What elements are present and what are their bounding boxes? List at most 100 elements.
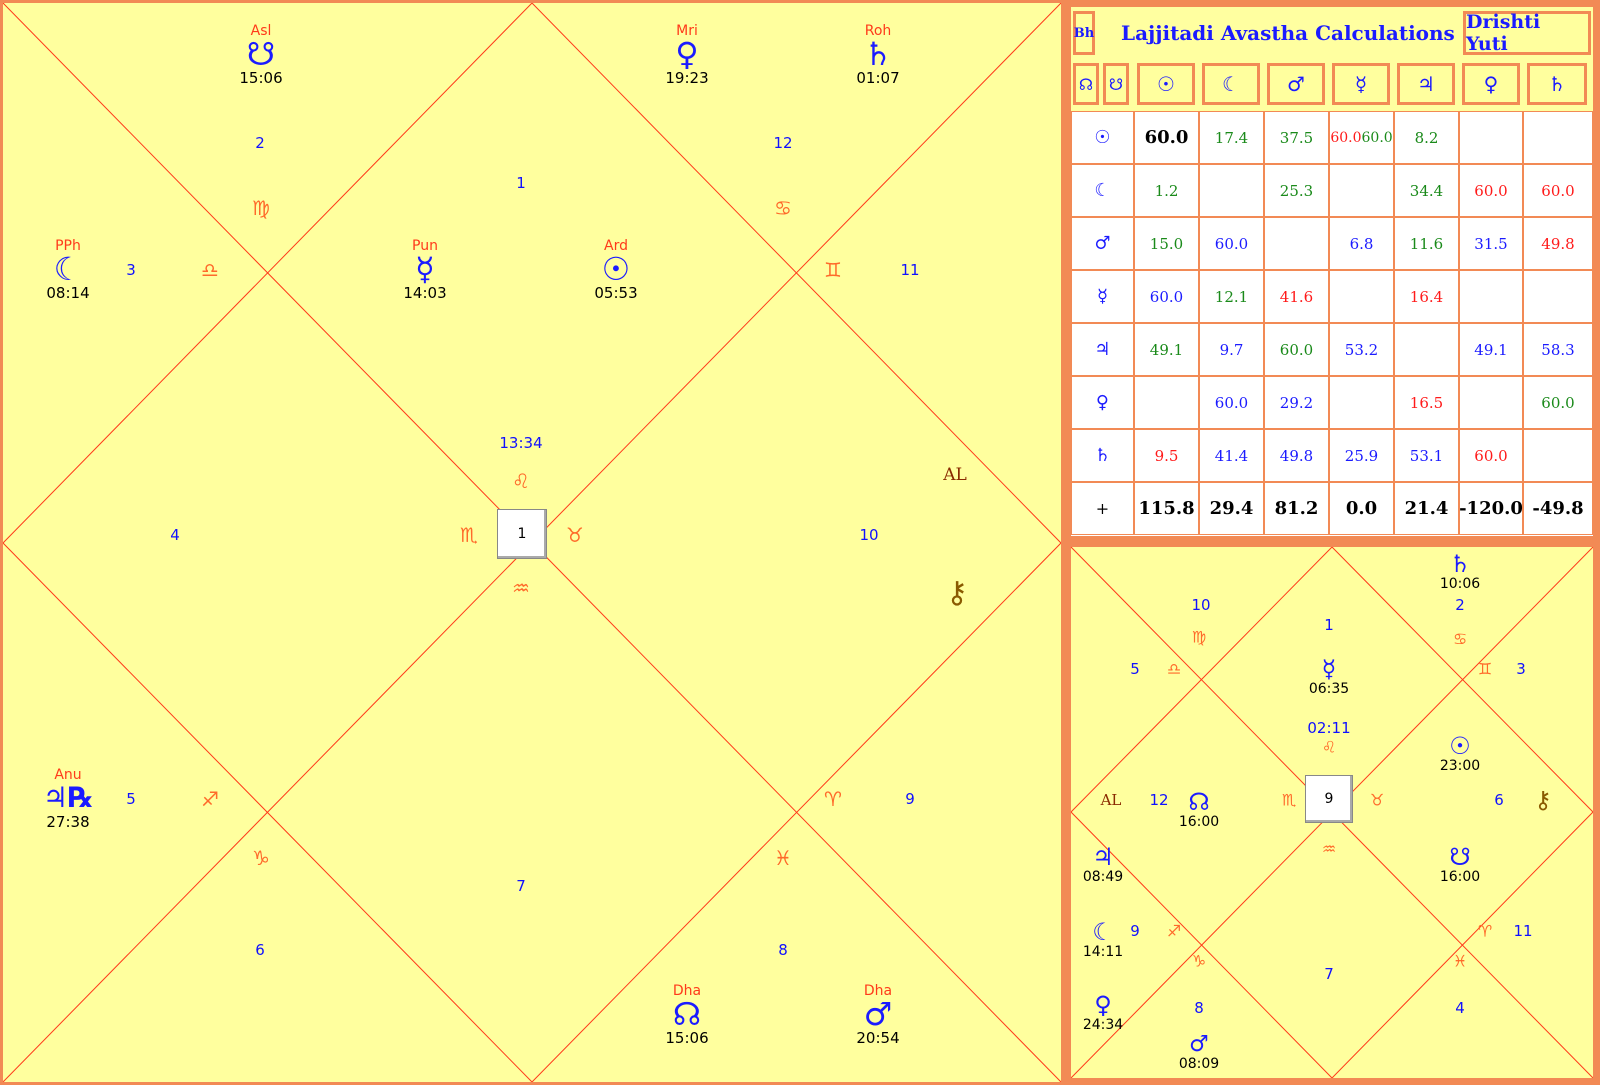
mars-icon: ♂ (1189, 1032, 1209, 1057)
avastha-cell: 49.1 (1459, 323, 1523, 376)
planet-saturn[interactable]: ♄ 10:06 (1440, 552, 1480, 592)
lagna-sign-left: ♏ (460, 523, 478, 547)
sign-icon: ♐ (1166, 921, 1182, 941)
planet-mercury[interactable]: Pun ☿ 14:03 (403, 238, 446, 302)
header-planet-icon[interactable]: ☊ (1073, 63, 1099, 105)
avastha-cell: 60.0 (1523, 376, 1593, 429)
house-number: 12 (1149, 791, 1169, 809)
planet-venus[interactable]: ♀ 24:34 (1083, 993, 1123, 1033)
mars-icon: ♂ (863, 995, 893, 1033)
chiron-icon[interactable]: ⚷ (946, 576, 968, 611)
ascendant-box[interactable]: 1 (497, 509, 547, 559)
rahu-icon: ☊ (672, 995, 702, 1033)
arudha-lagna-label[interactable]: AL (1101, 791, 1122, 809)
planet-moon[interactable]: PPh ☾ 08:14 (46, 238, 89, 302)
avastha-cell: 41.6 (1264, 270, 1329, 323)
sign-icon: ♈ (1477, 921, 1493, 941)
avastha-cell (1459, 376, 1523, 429)
sign-icon: ♌ (1321, 737, 1337, 757)
planet-mars[interactable]: Dha ♂ 20:54 (856, 983, 899, 1047)
lagna-sign-bottom: ♒ (512, 576, 530, 600)
planet-rahu[interactable]: ☊ 16:00 (1179, 790, 1219, 830)
planet-degree: 19:23 (665, 69, 709, 87)
planet-degree: 14:03 (403, 284, 447, 302)
house-number: 1 (516, 174, 526, 192)
house-number: 7 (1324, 965, 1334, 983)
row-planet-icon: ☉ (1071, 111, 1134, 164)
planet-degree: 06:35 (1308, 681, 1350, 697)
navamsa-chart[interactable]: 10 1 2 5 3 12 6 9 11 8 7 4 ♍ ♋ ♎ ♊ ♏ ♌ ♉… (1068, 544, 1596, 1081)
house-number: 8 (778, 941, 788, 959)
house-number: 5 (126, 790, 136, 808)
planet-degree: 08:14 (46, 284, 90, 302)
avastha-cell: 53.1 (1394, 429, 1459, 482)
avastha-cell: 16.4 (1394, 270, 1459, 323)
planet-moon[interactable]: ☾ 14:11 (1083, 920, 1123, 960)
planet-sun[interactable]: Ard ☉ 05:53 (594, 238, 637, 302)
planet-mars[interactable]: ♂ 08:09 (1179, 1032, 1219, 1073)
sign-icon: ♓ (774, 846, 792, 870)
avastha-cell: 60.0 (1199, 376, 1264, 429)
header-planet-icon[interactable]: ♃ (1397, 63, 1455, 105)
main-chart[interactable]: 1 2 3 4 5 6 7 8 9 10 11 12 ♍ ♎ ♐ ♑ ♓ ♈ ♊… (0, 0, 1064, 1085)
avastha-cell: 41.4 (1199, 429, 1264, 482)
total-cell: 21.4 (1394, 482, 1459, 535)
avastha-cell: 25.9 (1329, 429, 1394, 482)
house-number: 10 (859, 526, 879, 544)
avastha-cell (1459, 270, 1523, 323)
house-number: 8 (1194, 999, 1204, 1017)
header-planet-icon[interactable]: ☋ (1103, 63, 1129, 105)
drishti-yuti-button[interactable]: Drishti Yuti (1463, 11, 1591, 55)
house-number: 9 (905, 790, 915, 808)
planet-jupiter[interactable]: Anu ♃℞ 27:38 (43, 767, 93, 831)
saturn-icon: ♄ (1449, 550, 1471, 578)
avastha-cell: 12.1 (1199, 270, 1264, 323)
chiron-icon[interactable]: ⚷ (1534, 786, 1552, 814)
row-planet-icon: ☿ (1071, 270, 1134, 323)
header-planet-icon[interactable]: ☉ (1137, 63, 1195, 105)
house-number: 4 (1455, 999, 1465, 1017)
planet-jupiter[interactable]: ♃ 08:49 (1083, 845, 1123, 885)
moon-icon: ☾ (1092, 918, 1114, 946)
avastha-cell: 29.2 (1264, 376, 1329, 429)
arudha-lagna-label[interactable]: AL (943, 465, 967, 485)
sign-icon: ♑ (1191, 951, 1207, 971)
planet-ketu[interactable]: ☋ 16:00 (1440, 845, 1480, 885)
house-number: 5 (1130, 660, 1140, 678)
sign-icon: ♍ (1191, 627, 1207, 647)
header-planet-icon[interactable]: ♀ (1462, 63, 1520, 105)
bh-button[interactable]: Bh (1073, 11, 1095, 55)
avastha-cell (1134, 376, 1199, 429)
avastha-cell: 15.0 (1134, 217, 1199, 270)
mercury-icon: ☿ (415, 250, 435, 288)
ascendant-box[interactable]: 9 (1305, 775, 1353, 823)
avastha-cell: 60.0 (1199, 217, 1264, 270)
header-planet-icon[interactable]: ☾ (1202, 63, 1260, 105)
jupiter-retrograde-icon: ♃℞ (42, 781, 94, 814)
planet-degree: 23:00 (1439, 758, 1481, 774)
avastha-cell: 34.4 (1394, 164, 1459, 217)
house-number: 10 (1191, 596, 1211, 614)
planet-ketu[interactable]: Asl ☋ 15:06 (239, 23, 282, 87)
header-planet-icon[interactable]: ♂ (1267, 63, 1325, 105)
header-planet-icon[interactable]: ♄ (1527, 63, 1587, 105)
avastha-cell: 16.5 (1394, 376, 1459, 429)
row-planet-icon: ♂ (1071, 217, 1134, 270)
planet-rahu[interactable]: Dha ☊ 15:06 (665, 983, 708, 1047)
sun-icon: ☉ (1449, 732, 1471, 760)
avastha-cell: 60.0 (1134, 270, 1199, 323)
total-cell: 81.2 (1264, 482, 1329, 535)
avastha-cell: 1.2 (1134, 164, 1199, 217)
sign-icon: ♐ (201, 787, 219, 811)
avastha-panel: Bh Lajjitadi Avastha Calculations Drisht… (1068, 4, 1596, 539)
planet-degree: 15:06 (665, 1029, 709, 1047)
planet-degree: 10:06 (1439, 576, 1481, 592)
planet-mercury[interactable]: ☿ 06:35 (1309, 657, 1349, 697)
avastha-cell (1264, 217, 1329, 270)
avastha-cell: 17.4 (1199, 111, 1264, 164)
planet-saturn[interactable]: Roh ♄ 01:07 (856, 23, 899, 87)
avastha-title: Lajjitadi Avastha Calculations (1121, 21, 1455, 45)
planet-sun[interactable]: ☉ 23:00 (1440, 734, 1480, 774)
planet-venus[interactable]: Mri ♀ 19:23 (665, 23, 708, 87)
header-planet-icon[interactable]: ☿ (1332, 63, 1390, 105)
